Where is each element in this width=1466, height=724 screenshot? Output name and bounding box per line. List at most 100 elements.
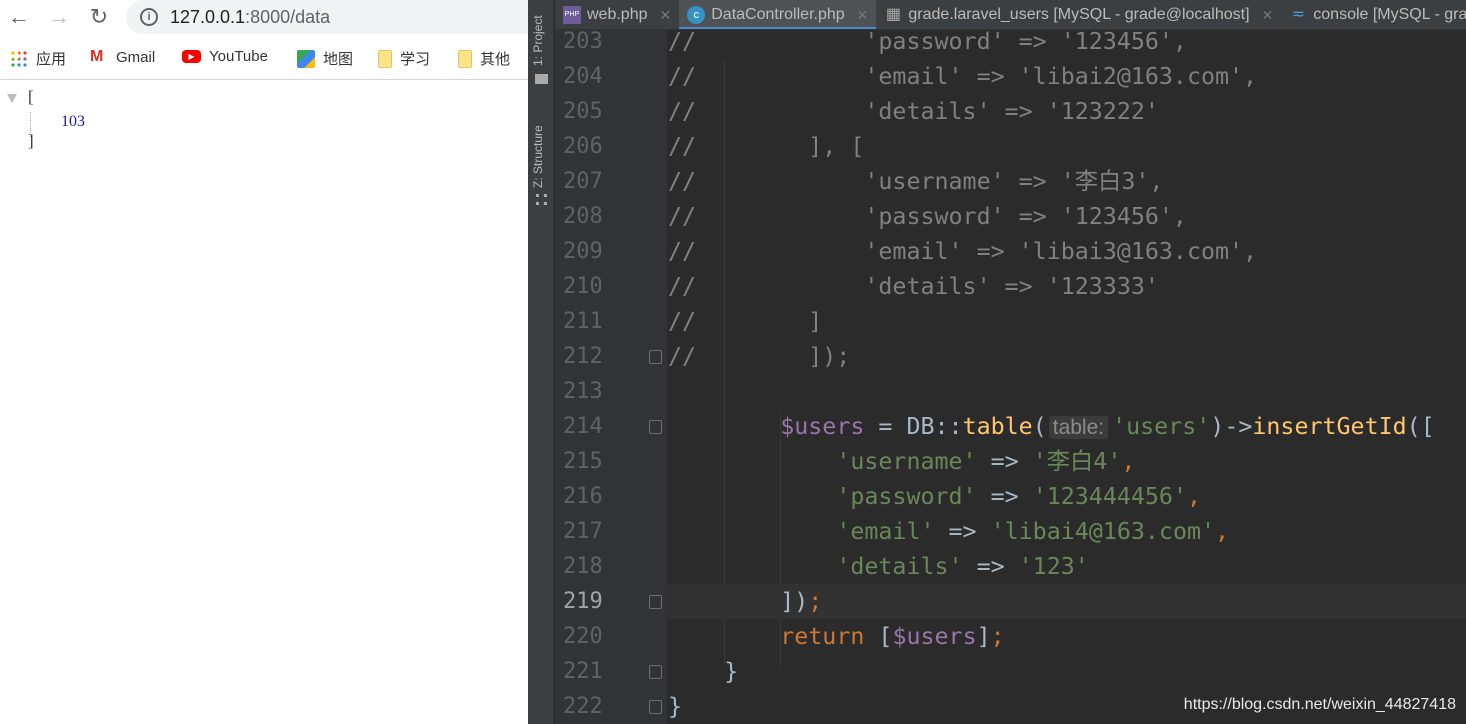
close-tab-icon[interactable]: ✕ [857,7,869,24]
code-line: // 'email' => 'libai3@163.com', [667,234,1466,269]
code-token: = DB:: [864,413,963,440]
code-token: , [1121,448,1136,475]
fold-marker-icon[interactable] [649,665,662,679]
reload-icon[interactable]: ↻ [86,4,112,30]
code-token: // 'email' => 'libai2@163.com', [668,63,1258,90]
code-token: '123444456' [1032,483,1187,510]
code-token: 'users' [1112,413,1211,440]
bookmarks-bar: 应用 M Gmail ▶ YouTube 地图 学习 其他 [0,34,528,80]
code-token: // 'details' => '123333' [668,273,1159,300]
code-line: // 'username' => '李白3', [667,164,1466,199]
structure-tool-button[interactable]: Z: Structure [531,125,545,188]
code-token: '123' [1018,553,1089,580]
php-file-icon: PHP [563,6,581,24]
close-tab-icon[interactable]: ✕ [1262,7,1274,24]
line-number: 208 [563,204,603,229]
bookmark-label: YouTube [209,48,268,65]
code-line: return [$users]; [667,619,1466,654]
bookmark-2[interactable]: ▶ YouTube [182,48,268,65]
bookmark-0[interactable]: 应用 [10,48,66,69]
line-number: 212 [563,344,603,369]
code-token: => [934,518,991,545]
code-token: // 'password' => '123456', [668,203,1187,230]
code-line: // ] [667,304,1466,339]
forward-icon[interactable]: → [46,4,72,30]
tab-datacontroller[interactable]: c DataController.php ✕ [679,0,877,29]
json-value: 103 [61,113,85,130]
gmail-icon: M [90,48,104,65]
code-token: ; [808,588,823,615]
ide-window: 1: Project Z: Structure PHP web.php ✕ c Data… [528,0,1466,724]
code-token: // 'details' => '123222' [668,98,1159,125]
back-icon[interactable]: ← [6,4,32,30]
tab-label: console [MySQL - grade@localhost] [1313,6,1466,23]
tab-label: web.php [587,6,648,23]
code-token: 'email' [836,518,935,545]
project-tool-button[interactable]: 1: Project [531,15,545,66]
code-token: ; [990,623,1005,650]
code-line: 'username' => '李白4', [667,444,1466,479]
code-token: ([ [1406,413,1435,440]
code-token: } [668,693,683,720]
code-line: ]); [667,584,1466,619]
line-number: 218 [563,554,603,579]
collapse-triangle-icon[interactable] [7,94,17,103]
code-token: => [976,483,1033,510]
class-icon: c [687,6,706,24]
tab-grade[interactable]: ▦ grade.laravel_users [MySQL - grade@loca… [876,0,1281,29]
code-line: $users = DB::table(table:'users')->inser… [667,409,1466,444]
folder-icon [458,49,472,68]
code-token: [ [864,623,893,650]
fold-marker-icon[interactable] [649,420,662,434]
tool-window-strip: 1: Project Z: Structure [528,0,554,724]
code-line: } [667,654,1466,689]
bookmark-3[interactable]: 地图 [297,48,353,69]
code-token: => [962,553,1019,580]
tab-label: DataController.php [711,6,845,23]
json-close-bracket: ] [28,131,34,150]
browser-toolbar: ← → ↻ i 127.0.0.1:8000/data [0,0,546,34]
line-number: 221 [563,659,603,684]
line-number: 216 [563,484,603,509]
code-token: 'details' [836,553,963,580]
address-bar[interactable]: i 127.0.0.1:8000/data [126,0,546,34]
code-token: => [976,448,1033,475]
line-number: 203 [563,29,603,54]
code-token: return [780,623,865,650]
json-open-bracket: [ [28,87,34,106]
code-token: // ]); [668,343,851,370]
fold-marker-icon[interactable] [649,700,662,714]
bookmark-4[interactable]: 学习 [378,48,430,69]
editor-tabs: PHP web.php ✕ c DataController.php ✕ ▦ grade.la… [555,0,1466,30]
code-token: 'password' [836,483,977,510]
line-number: 215 [563,449,603,474]
code-editor[interactable]: // 'password' => '123456', // 'email' => … [667,30,1466,724]
line-number: 204 [563,64,603,89]
fold-marker-icon[interactable] [649,350,662,364]
code-line: // ], [ [667,129,1466,164]
fold-marker-icon[interactable] [649,595,662,609]
code-line: // 'password' => '123456', [667,30,1466,59]
url-host: 127.0.0.1 [170,7,246,27]
site-info-icon[interactable]: i [140,8,158,26]
tab-console[interactable]: ≂ console [MySQL - grade@localhost] [1281,0,1466,29]
code-token: // 'username' => '李白3', [668,168,1164,195]
line-number: 210 [563,274,603,299]
close-tab-icon[interactable]: ✕ [660,7,672,24]
line-number: 209 [563,239,603,264]
code-token: $users [780,413,865,440]
code-token: )-> [1210,413,1253,440]
bookmark-1[interactable]: M Gmail [90,48,155,66]
apps-grid-icon [10,49,28,68]
code-line: // 'email' => 'libai2@163.com', [667,59,1466,94]
bookmark-5[interactable]: 其他 [458,48,510,69]
url-path: :8000/data [245,7,331,27]
code-line: 'password' => '123444456', [667,479,1466,514]
code-token: 'username' [836,448,977,475]
table-icon: ▦ [885,6,901,23]
